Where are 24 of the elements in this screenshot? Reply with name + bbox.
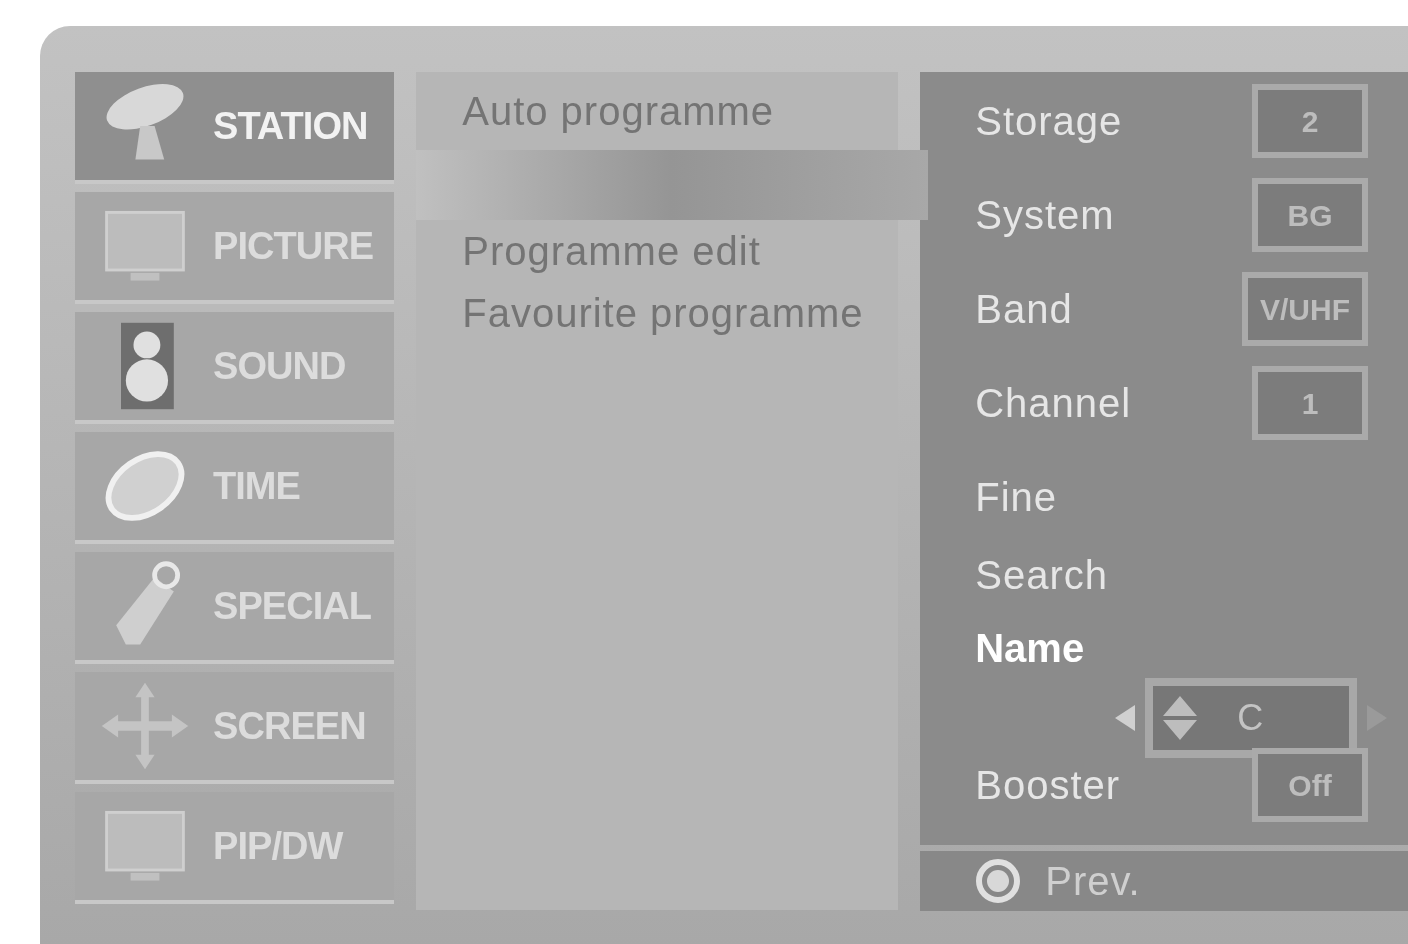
highlight-bar[interactable]: [416, 150, 929, 220]
submenu-item[interactable]: Programme edit: [416, 220, 899, 282]
value-box[interactable]: 1: [1252, 366, 1368, 440]
menu-tab[interactable]: STATION: [75, 72, 395, 184]
name-field[interactable]: C: [1145, 678, 1358, 758]
prev-label: Prev.: [1045, 858, 1141, 905]
value-box[interactable]: Off: [1252, 748, 1368, 822]
setting-label: Search: [975, 552, 1108, 599]
setting-label: Booster: [975, 762, 1121, 809]
setting-label: Band: [975, 286, 1073, 333]
setting-label: Channel: [975, 380, 1132, 427]
submenu-item[interactable]: Favourite programme: [416, 282, 899, 344]
setting-label: Storage: [975, 98, 1123, 145]
setting-label: Name: [975, 625, 1085, 672]
value-box[interactable]: 2: [1252, 84, 1368, 158]
value-box[interactable]: V/UHF: [1242, 272, 1368, 346]
name-value: C: [1237, 696, 1264, 740]
setting-label: System: [975, 192, 1115, 239]
up-down-arrows-icon: [1163, 696, 1198, 740]
ok-button-icon: [975, 858, 1022, 904]
left-arrow-icon[interactable]: [1115, 705, 1138, 731]
setting-label: Fine: [975, 474, 1057, 521]
value-box[interactable]: BG: [1252, 178, 1368, 252]
submenu-item[interactable]: Auto programme: [416, 72, 899, 150]
